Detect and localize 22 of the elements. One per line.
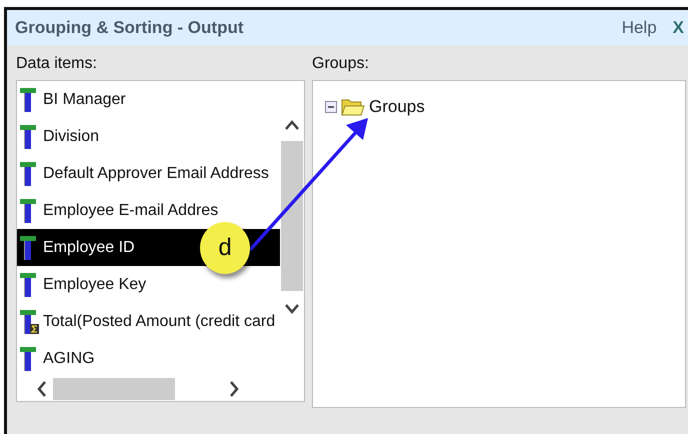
scroll-left-icon[interactable] <box>37 381 47 397</box>
attribute-icon <box>19 160 39 186</box>
attribute-icon <box>19 124 39 150</box>
scroll-down-icon[interactable] <box>284 303 300 315</box>
attribute-icon <box>19 234 39 260</box>
attribute-icon <box>19 198 39 224</box>
collapse-icon[interactable] <box>325 101 337 113</box>
scroll-right-icon[interactable] <box>229 381 239 397</box>
attribute-icon <box>19 346 39 372</box>
folder-icon <box>341 97 365 117</box>
attribute-icon <box>19 272 39 298</box>
scrollbar-thumb[interactable] <box>53 378 175 400</box>
scrollbar-thumb[interactable] <box>281 141 303 291</box>
groups-label: Groups: <box>312 55 370 74</box>
window-title: Grouping & Sorting - Output <box>15 18 245 38</box>
help-link[interactable]: Help <box>622 18 657 38</box>
measure-icon <box>19 308 39 334</box>
scroll-up-icon[interactable] <box>284 119 300 131</box>
close-button[interactable]: X <box>668 18 688 38</box>
attribute-icon <box>19 86 39 112</box>
tree-node[interactable]: Groups <box>369 97 425 117</box>
data-items-label: Data items: <box>16 55 98 74</box>
